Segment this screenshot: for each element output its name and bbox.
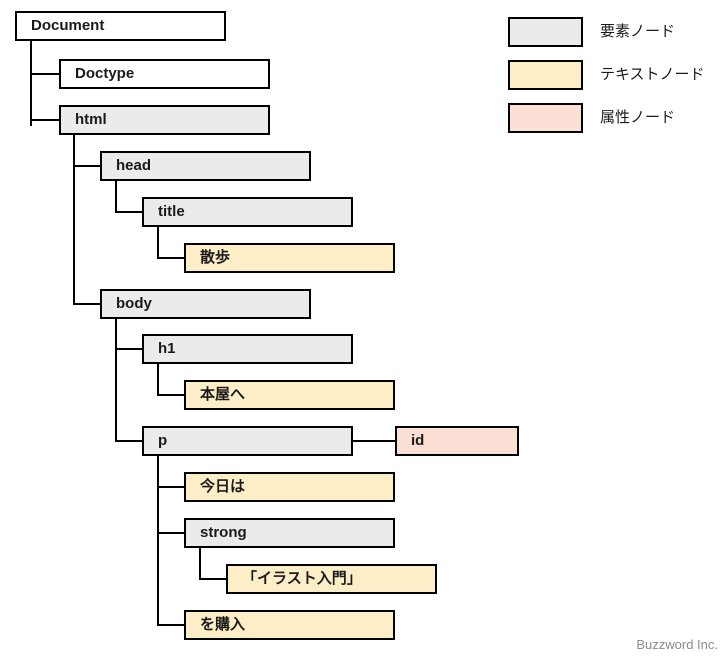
tree-node-label: head (116, 157, 152, 174)
connector-head-trunk (115, 181, 117, 211)
tree-node-label: p (158, 432, 168, 449)
connector-title-trunk (157, 227, 159, 257)
tree-node-label: h1 (158, 340, 176, 357)
connector-html-body (73, 303, 100, 305)
legend: 要素ノードテキストノード 属性ノード (508, 17, 728, 137)
connector-p-text2 (157, 624, 184, 626)
tree-node-label: body (116, 295, 152, 312)
connector-body-h1 (115, 348, 142, 350)
connector-p-text1 (157, 486, 184, 488)
tree-node-label: html (75, 111, 107, 128)
tree-node-t-illust: 「イラスト入門」 (226, 564, 437, 594)
tree-node-attr-id: id (395, 426, 519, 456)
tree-node-head: head (100, 151, 311, 181)
connector-head-title (115, 211, 142, 213)
connector-p-trunk (157, 456, 159, 624)
connector-body-trunk (115, 319, 117, 441)
legend-label-element: 要素ノード (600, 23, 676, 40)
tree-node-title: title (142, 197, 353, 227)
tree-node-h1: h1 (142, 334, 353, 364)
tree-node-label: title (158, 203, 185, 220)
connector-strong-trunk (199, 548, 201, 578)
connector-strong-text (199, 578, 226, 580)
tree-node-label: 「イラスト入門」 (242, 570, 362, 587)
tree-node-label: Doctype (75, 65, 135, 82)
tree-node-label: 今日は (200, 478, 246, 495)
legend-label-text: テキストノード (600, 66, 705, 83)
connector-h1-trunk (157, 364, 159, 394)
tree-node-html: html (59, 105, 270, 135)
tree-node-t-sanpo: 散歩 (184, 243, 395, 273)
tree-node-t-kounyu: を購入 (184, 610, 395, 640)
connector-html-head (73, 165, 100, 167)
tree-node-label: を購入 (200, 616, 246, 633)
tree-node-p: p (142, 426, 353, 456)
tree-node-doctype: Doctype (59, 59, 270, 89)
tree-node-t-honya: 本屋へ (184, 380, 395, 410)
tree-node-label: id (411, 432, 425, 449)
legend-label-attr: 属性ノード (600, 109, 676, 126)
connector-document-doctype (30, 73, 59, 75)
tree-node-label: 散歩 (200, 249, 231, 266)
legend-swatch-text (508, 60, 583, 90)
tree-node-document: Document (15, 11, 226, 41)
tree-node-strong: strong (184, 518, 395, 548)
connector-h1-text (157, 394, 184, 396)
tree-node-t-kyowa: 今日は (184, 472, 395, 502)
connector-html-trunk (73, 135, 75, 303)
tree-node-label: 本屋へ (200, 386, 246, 403)
connector-body-p (115, 440, 142, 442)
tree-node-label: Document (31, 17, 105, 34)
connector-title-text (157, 257, 184, 259)
connector-p-strong (157, 532, 184, 534)
connector-p-attr (353, 440, 395, 442)
legend-swatch-attr (508, 103, 583, 133)
tree-node-label: strong (200, 524, 247, 541)
tree-node-body: body (100, 289, 311, 319)
connector-document-html (30, 119, 59, 121)
legend-swatch-element (508, 17, 583, 47)
footer-credit: Buzzword Inc. (636, 637, 718, 652)
connector-document-trunk (30, 41, 32, 126)
